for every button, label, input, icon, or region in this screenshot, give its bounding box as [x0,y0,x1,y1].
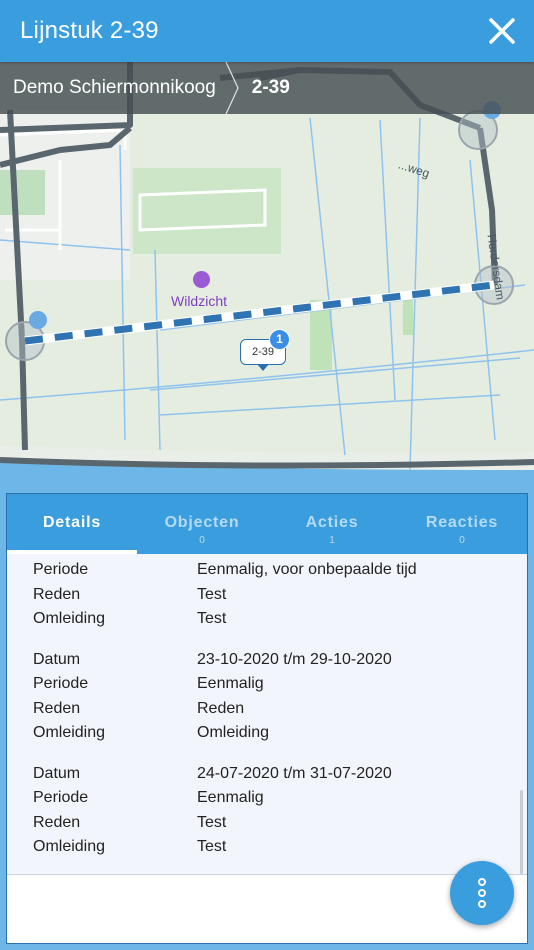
detail-row: Datum 23-10-2020 t/m 29-10-2020 [33,648,527,673]
tab-label: Objecten [164,514,240,531]
detail-row: Periode Eenmalig [33,672,527,697]
detail-key: Omleiding [33,838,106,856]
detail-value: Test [197,813,227,831]
tab-count: 0 [199,535,205,546]
tab-bar: Details Objecten 0 Acties 1 Reacties 0 [7,494,527,554]
detail-record: Datum 24-07-2020 t/m 31-07-2020 Periode Ee… [33,762,527,860]
detail-row: Reden Test [33,583,527,608]
detail-value: Omleiding [197,724,270,742]
more-actions-button[interactable] [450,861,514,925]
detail-value: Test [197,610,227,628]
detail-key: Periode [33,561,89,579]
detail-value: Reden [197,699,245,717]
detail-value: Eenmalig [197,789,264,807]
page-title: Lijnstuk 2-39 [20,17,159,44]
detail-key: Periode [33,675,89,693]
detail-key: Datum [33,650,81,668]
detail-row: Datum 24-07-2020 t/m 31-07-2020 [33,762,527,787]
detail-value: Test [197,585,227,603]
tab-objecten[interactable]: Objecten 0 [137,494,267,554]
detail-row: Omleiding Omleiding [33,721,527,746]
detail-record: Periode Eenmalig, voor onbepaalde tijd Re… [33,558,527,632]
tab-details[interactable]: Details [7,494,137,554]
detail-row: Periode Eenmalig, voor onbepaalde tijd [33,558,527,583]
scrollbar[interactable] [520,790,523,874]
detail-key: Omleiding [33,610,106,628]
detail-key: Reden [33,585,81,603]
breadcrumb-parent[interactable]: Demo Schiermonnikoog [13,77,216,99]
details-content[interactable]: Periode Eenmalig, voor onbepaalde tijd Re… [7,554,527,874]
tab-count: 1 [329,535,335,546]
detail-key: Datum [33,764,81,782]
detail-row: Omleiding Test [33,835,527,860]
tab-label: Reacties [425,514,499,531]
detail-value: Eenmalig [197,675,264,693]
breadcrumb: Demo Schiermonnikoog 2-39 [0,62,534,114]
detail-key: Reden [33,813,81,831]
poi-label: Wildzicht [171,293,228,309]
chevron-right-icon [225,62,239,114]
app-header: Lijnstuk 2-39 [0,0,534,62]
detail-value: Test [197,838,227,856]
detail-row: Reden Reden [33,697,527,722]
detail-value: 24-07-2020 t/m 31-07-2020 [197,764,392,782]
detail-row: Omleiding Test [33,607,527,632]
segment-badge: 1 [269,329,290,350]
detail-row: Periode Eenmalig [33,786,527,811]
tab-label: Details [42,514,102,531]
detail-row: Reden Test [33,811,527,836]
more-vertical-icon [478,878,486,908]
tab-count: 0 [459,535,465,546]
panel-footer [7,874,527,943]
poi-icon [193,271,210,288]
detail-key: Reden [33,699,81,717]
tab-reacties[interactable]: Reacties 0 [397,494,527,554]
detail-key: Periode [33,789,89,807]
detail-value: Eenmalig, voor onbepaalde tijd [197,561,417,579]
tab-label: Acties [305,514,359,531]
breadcrumb-current: 2-39 [251,77,290,98]
tab-acties[interactable]: Acties 1 [267,494,397,554]
close-icon[interactable] [486,15,518,47]
detail-record: Datum 23-10-2020 t/m 29-10-2020 Periode Ee… [33,648,527,746]
detail-key: Omleiding [33,724,106,742]
detail-value: 23-10-2020 t/m 29-10-2020 [197,650,392,668]
